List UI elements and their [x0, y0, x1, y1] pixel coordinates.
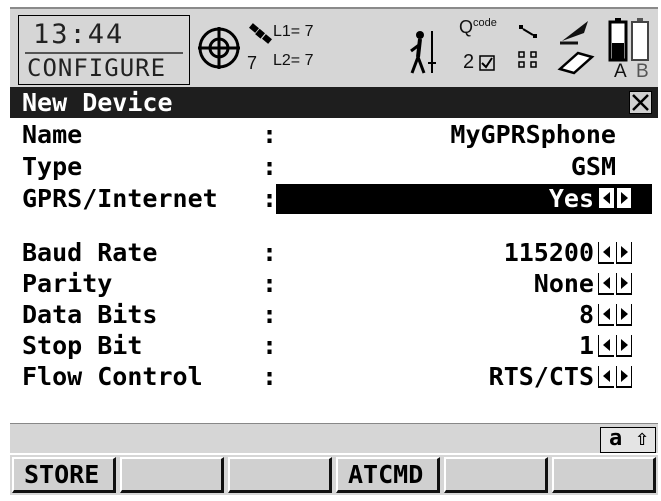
- memory-card-icon: [557, 51, 595, 75]
- code-q-label: Q: [459, 17, 474, 37]
- field-colon: :: [262, 300, 278, 329]
- battery-b-label: B: [636, 61, 649, 82]
- rover-person-icon: [410, 31, 436, 74]
- softkey-bar: STORE ATCMD: [10, 455, 658, 495]
- field-colon: :: [262, 331, 278, 360]
- dialog-title: New Device: [22, 88, 173, 117]
- data-bits-row[interactable]: Data Bits : 8: [10, 300, 658, 330]
- time-mode-box: 13:44 CONFIGURE: [18, 15, 190, 85]
- battery-icon: [608, 18, 649, 62]
- right-arrow-icon[interactable]: [616, 366, 632, 388]
- flow-control-value[interactable]: RTS/CTS: [489, 362, 594, 392]
- right-arrow-icon[interactable]: [616, 242, 632, 264]
- right-arrow-icon[interactable]: [616, 304, 632, 326]
- left-arrow-icon[interactable]: [598, 366, 614, 388]
- keyboard-mode-text: a ⇧: [609, 426, 649, 451]
- satellite-count: 7: [247, 53, 258, 73]
- left-arrow-icon[interactable]: [598, 335, 614, 357]
- code-superscript: code: [473, 17, 497, 29]
- data-bits-value[interactable]: 8: [579, 300, 594, 330]
- choice-arrows[interactable]: [598, 335, 632, 357]
- type-row[interactable]: Type : GSM: [10, 152, 658, 182]
- flow-control-row[interactable]: Flow Control : RTS/CTS: [10, 362, 658, 392]
- device-screen: 13:44 CONFIGURE 7 L1= 7 L2= 7 Qcode 2 A …: [0, 0, 661, 501]
- field-label: Parity: [22, 269, 113, 298]
- info-strip: a ⇧: [10, 423, 658, 453]
- field-label: Name: [22, 120, 83, 149]
- store-button[interactable]: STORE: [12, 457, 116, 493]
- field-label: Data Bits: [22, 300, 158, 329]
- close-button[interactable]: [629, 91, 652, 114]
- field-label: Flow Control: [22, 362, 203, 391]
- settings-form: Name : MyGPRSphone Type : GSM GPRS/Inter…: [10, 118, 658, 423]
- position-crosshair-icon: [198, 27, 240, 69]
- left-arrow-icon[interactable]: [598, 304, 614, 326]
- l2-count: L2= 7: [273, 52, 314, 69]
- fix-checkbox-icon: [479, 55, 495, 71]
- choice-arrows[interactable]: [598, 188, 632, 210]
- choice-arrows[interactable]: [598, 242, 632, 264]
- satellite-icon: [249, 23, 272, 44]
- left-arrow-icon[interactable]: [598, 188, 614, 210]
- f2-button[interactable]: [120, 457, 224, 493]
- code-indicator: Qcode: [459, 17, 497, 38]
- atcmd-button[interactable]: ATCMD: [336, 457, 440, 493]
- field-colon: :: [262, 362, 278, 391]
- battery-a-label: A: [614, 61, 627, 82]
- gprs-internet-row[interactable]: GPRS/Internet : Yes: [10, 184, 658, 214]
- left-arrow-icon[interactable]: [598, 242, 614, 264]
- field-label: Stop Bit: [22, 331, 143, 360]
- parity-value[interactable]: None: [534, 269, 594, 299]
- field-label: Baud Rate: [22, 238, 158, 267]
- field-colon: :: [262, 120, 278, 149]
- baud-rate-value[interactable]: 115200: [504, 238, 594, 268]
- stop-bit-row[interactable]: Stop Bit : 1: [10, 331, 658, 361]
- baud-rate-row[interactable]: Baud Rate : 115200: [10, 238, 658, 268]
- close-icon: [632, 94, 649, 111]
- field-colon: :: [262, 238, 278, 267]
- gprs-internet-value[interactable]: Yes: [549, 184, 594, 214]
- choice-arrows[interactable]: [598, 304, 632, 326]
- f5-button[interactable]: [444, 457, 548, 493]
- right-arrow-icon[interactable]: [616, 335, 632, 357]
- stop-bit-value[interactable]: 1: [579, 331, 594, 361]
- status-bar: 13:44 CONFIGURE 7 L1= 7 L2= 7 Qcode 2 A …: [10, 7, 658, 87]
- right-arrow-icon[interactable]: [616, 188, 632, 210]
- l1-count: L1= 7: [273, 23, 314, 40]
- parity-row[interactable]: Parity : None: [10, 269, 658, 299]
- fix-count: 2: [463, 51, 475, 73]
- keyboard-mode-indicator: a ⇧: [600, 426, 656, 453]
- field-label: Type: [22, 152, 83, 181]
- field-label: GPRS/Internet: [22, 184, 218, 213]
- choice-arrows[interactable]: [598, 273, 632, 295]
- mode-label: CONFIGURE: [27, 54, 167, 82]
- dialog-title-bar: New Device: [10, 87, 658, 118]
- network-icon: [518, 51, 537, 68]
- field-colon: :: [262, 269, 278, 298]
- left-arrow-icon[interactable]: [598, 273, 614, 295]
- right-arrow-icon[interactable]: [616, 273, 632, 295]
- f3-button[interactable]: [228, 457, 332, 493]
- choice-arrows[interactable]: [598, 366, 632, 388]
- field-colon: :: [262, 184, 278, 213]
- f6-button[interactable]: [552, 457, 656, 493]
- name-value[interactable]: MyGPRSphone: [450, 120, 616, 150]
- type-value[interactable]: GSM: [571, 152, 616, 182]
- field-colon: :: [262, 152, 278, 181]
- radio-link-icon: [519, 25, 537, 38]
- clock-time: 13:44: [33, 19, 125, 50]
- antenna-icon: [560, 21, 588, 45]
- name-row[interactable]: Name : MyGPRSphone: [10, 120, 658, 150]
- selection-highlight: [276, 184, 652, 214]
